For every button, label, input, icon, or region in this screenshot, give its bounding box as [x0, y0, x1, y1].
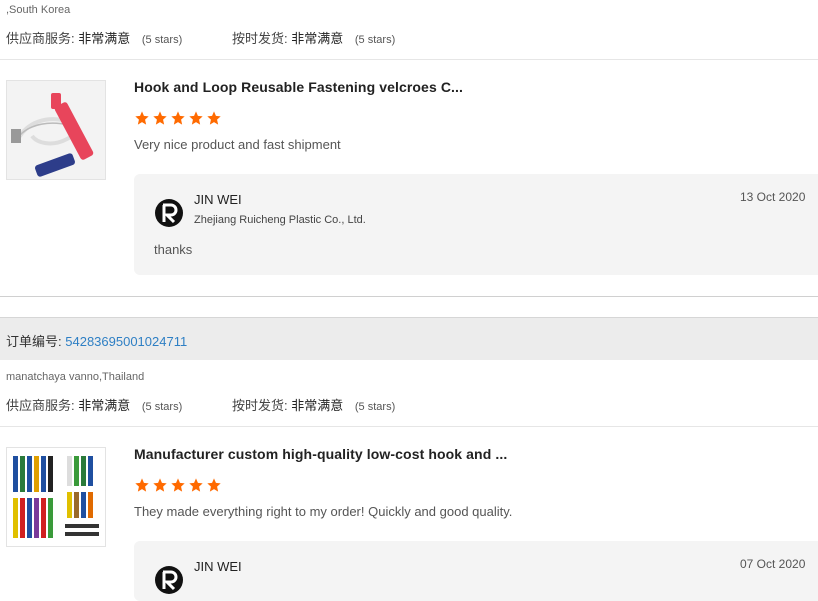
order-number-link[interactable]: 54283695001024711 [65, 334, 187, 349]
buyer-location: manatchaya vanno,Thailand [6, 371, 145, 383]
supplier-service-label: 供应商服务: [6, 398, 75, 413]
reply-date: 13 Oct 2020 [740, 190, 806, 204]
divider [0, 296, 818, 297]
ruicheng-logo-icon [155, 566, 183, 594]
ontime-label: 按时发货: [232, 398, 288, 413]
order-bar: 订单编号: 54283695001024711 [0, 317, 818, 360]
star-icon [171, 111, 185, 125]
supplier-service-stars: (5 stars) [141, 34, 183, 46]
review-stars [134, 477, 222, 493]
star-icon [135, 478, 149, 492]
supplier-service-rating: 供应商服务: 非常满意 (5 stars) [6, 28, 182, 47]
supplier-reply: JIN WEI 07 Oct 2020 [134, 541, 818, 601]
product-thumbnail[interactable] [6, 447, 106, 547]
star-icon [135, 111, 149, 125]
reply-message: thanks [154, 242, 193, 257]
supplier-service-value: 非常满意 [78, 31, 131, 46]
ruicheng-logo-icon [155, 199, 183, 227]
buyer-location: ,South Korea [6, 4, 71, 16]
ontime-label: 按时发货: [232, 31, 288, 46]
reply-name: JIN WEI [194, 559, 242, 574]
product-thumbnail[interactable] [6, 80, 106, 180]
product-title[interactable]: Manufacturer custom high-quality low-cos… [134, 446, 507, 462]
review-text: Very nice product and fast shipment [134, 137, 341, 152]
ontime-value: 非常满意 [291, 398, 344, 413]
ontime-value: 非常满意 [291, 31, 344, 46]
supplier-service-label: 供应商服务: [6, 31, 75, 46]
ontime-stars: (5 stars) [354, 401, 396, 413]
star-icon [171, 478, 185, 492]
review-text: They made everything right to my order! … [134, 504, 513, 519]
ontime-stars: (5 stars) [354, 34, 396, 46]
reply-company: Zhejiang Ruicheng Plastic Co., Ltd. [194, 214, 366, 226]
review-stars [134, 110, 222, 126]
order-label: 订单编号: [6, 334, 62, 349]
star-icon [207, 111, 221, 125]
star-icon [189, 111, 203, 125]
order-number-row: 订单编号: 54283695001024711 [6, 331, 187, 350]
supplier-service-rating: 供应商服务: 非常满意 (5 stars) [6, 395, 182, 414]
product-image [7, 448, 105, 546]
reply-date: 07 Oct 2020 [740, 557, 806, 571]
ontime-rating: 按时发货: 非常满意 (5 stars) [232, 395, 395, 414]
supplier-service-stars: (5 stars) [141, 401, 183, 413]
supplier-reply: JIN WEI Zhejiang Ruicheng Plastic Co., L… [134, 174, 818, 275]
star-icon [153, 478, 167, 492]
star-icon [189, 478, 203, 492]
star-icon [153, 111, 167, 125]
star-icon [207, 478, 221, 492]
ontime-rating: 按时发货: 非常满意 (5 stars) [232, 28, 395, 47]
product-title[interactable]: Hook and Loop Reusable Fastening velcroe… [134, 79, 463, 95]
reply-name: JIN WEI [194, 192, 242, 207]
product-image [7, 81, 105, 179]
divider [0, 59, 818, 60]
supplier-service-value: 非常满意 [78, 398, 131, 413]
divider [0, 426, 818, 427]
